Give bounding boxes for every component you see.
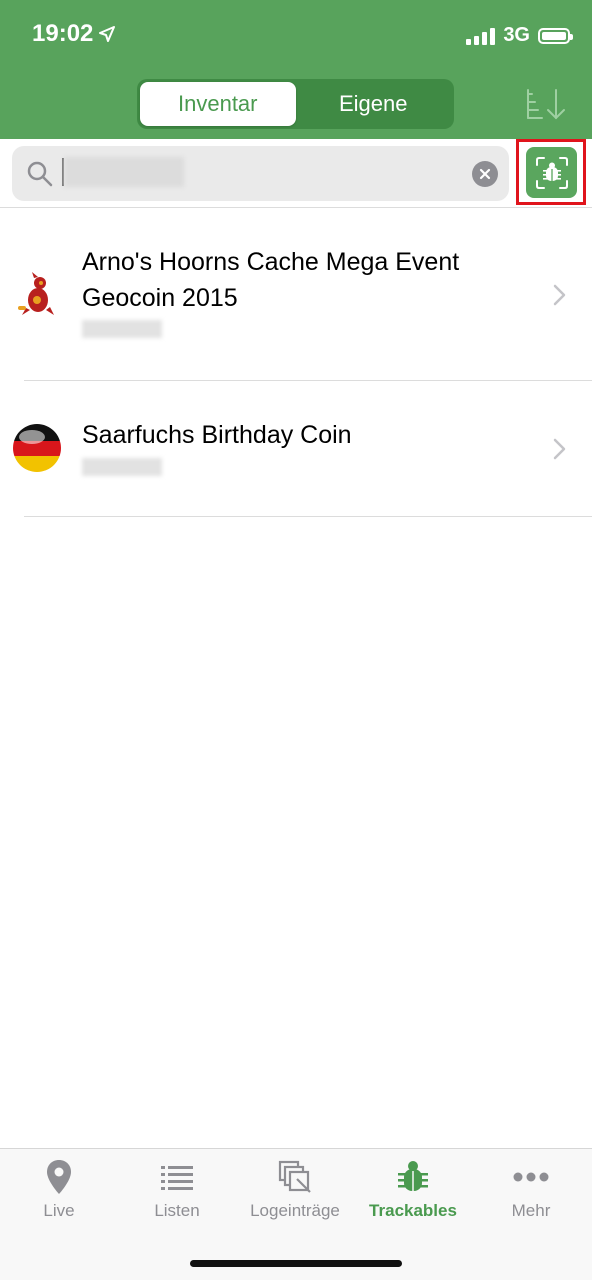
tab-live[interactable]: Live xyxy=(0,1149,118,1239)
redacted-tracking-code xyxy=(82,458,162,476)
location-arrow-icon xyxy=(99,26,116,42)
trackable-thumbnail xyxy=(13,424,61,472)
trackable-title-line1: Arno's Hoorns Cache Mega Event xyxy=(82,248,460,276)
trackable-thumbnail xyxy=(18,272,54,315)
close-icon xyxy=(479,168,491,180)
segment-inventar[interactable]: Inventar xyxy=(140,82,296,126)
map-pin-icon xyxy=(47,1160,71,1194)
segment-eigene[interactable]: Eigene xyxy=(296,82,452,126)
search-icon xyxy=(27,161,53,187)
tab-label: Listen xyxy=(154,1201,200,1220)
scan-trackable-button[interactable] xyxy=(526,147,577,198)
tab-trackables[interactable]: Trackables xyxy=(354,1149,472,1239)
inventory-segmented-control: Inventar Eigene xyxy=(137,79,454,129)
tab-listen[interactable]: Listen xyxy=(118,1149,236,1239)
status-time-group: 19:02 xyxy=(32,20,116,48)
trackable-title: Saarfuchs Birthday Coin xyxy=(82,421,352,449)
header-bar: 19:02 3G Inventar Eigene xyxy=(0,0,592,139)
redacted-tracking-code xyxy=(82,320,162,338)
home-indicator xyxy=(190,1260,402,1267)
divider xyxy=(24,516,592,517)
signal-icon xyxy=(466,27,496,45)
bug-icon xyxy=(398,1161,428,1191)
more-icon xyxy=(513,1172,549,1182)
network-type: 3G xyxy=(503,24,530,46)
sort-icon[interactable] xyxy=(524,86,568,122)
redacted-search-text xyxy=(64,157,184,187)
list-icon xyxy=(161,1166,193,1190)
chevron-right-icon xyxy=(553,284,566,306)
scan-bug-icon xyxy=(535,156,568,189)
list-item[interactable]: Saarfuchs Birthday Coin xyxy=(0,381,592,516)
tab-logeintraege[interactable]: Logeinträge xyxy=(236,1149,354,1239)
chevron-right-icon xyxy=(553,438,566,460)
list-item[interactable]: Arno's Hoorns Cache Mega Event Geocoin 2… xyxy=(0,208,592,380)
battery-icon xyxy=(538,27,573,44)
status-indicators: 3G xyxy=(466,24,573,47)
tab-mehr[interactable]: Mehr xyxy=(472,1149,590,1239)
tab-label: Mehr xyxy=(511,1201,551,1220)
clear-search-button[interactable] xyxy=(472,161,498,187)
trackable-title-line2: Geocoin 2015 xyxy=(82,284,238,312)
tab-label: Trackables xyxy=(369,1201,457,1220)
logs-icon xyxy=(278,1160,311,1193)
status-time: 19:02 xyxy=(32,20,94,47)
tab-label: Live xyxy=(43,1201,75,1220)
tab-label: Logeinträge xyxy=(250,1201,340,1220)
